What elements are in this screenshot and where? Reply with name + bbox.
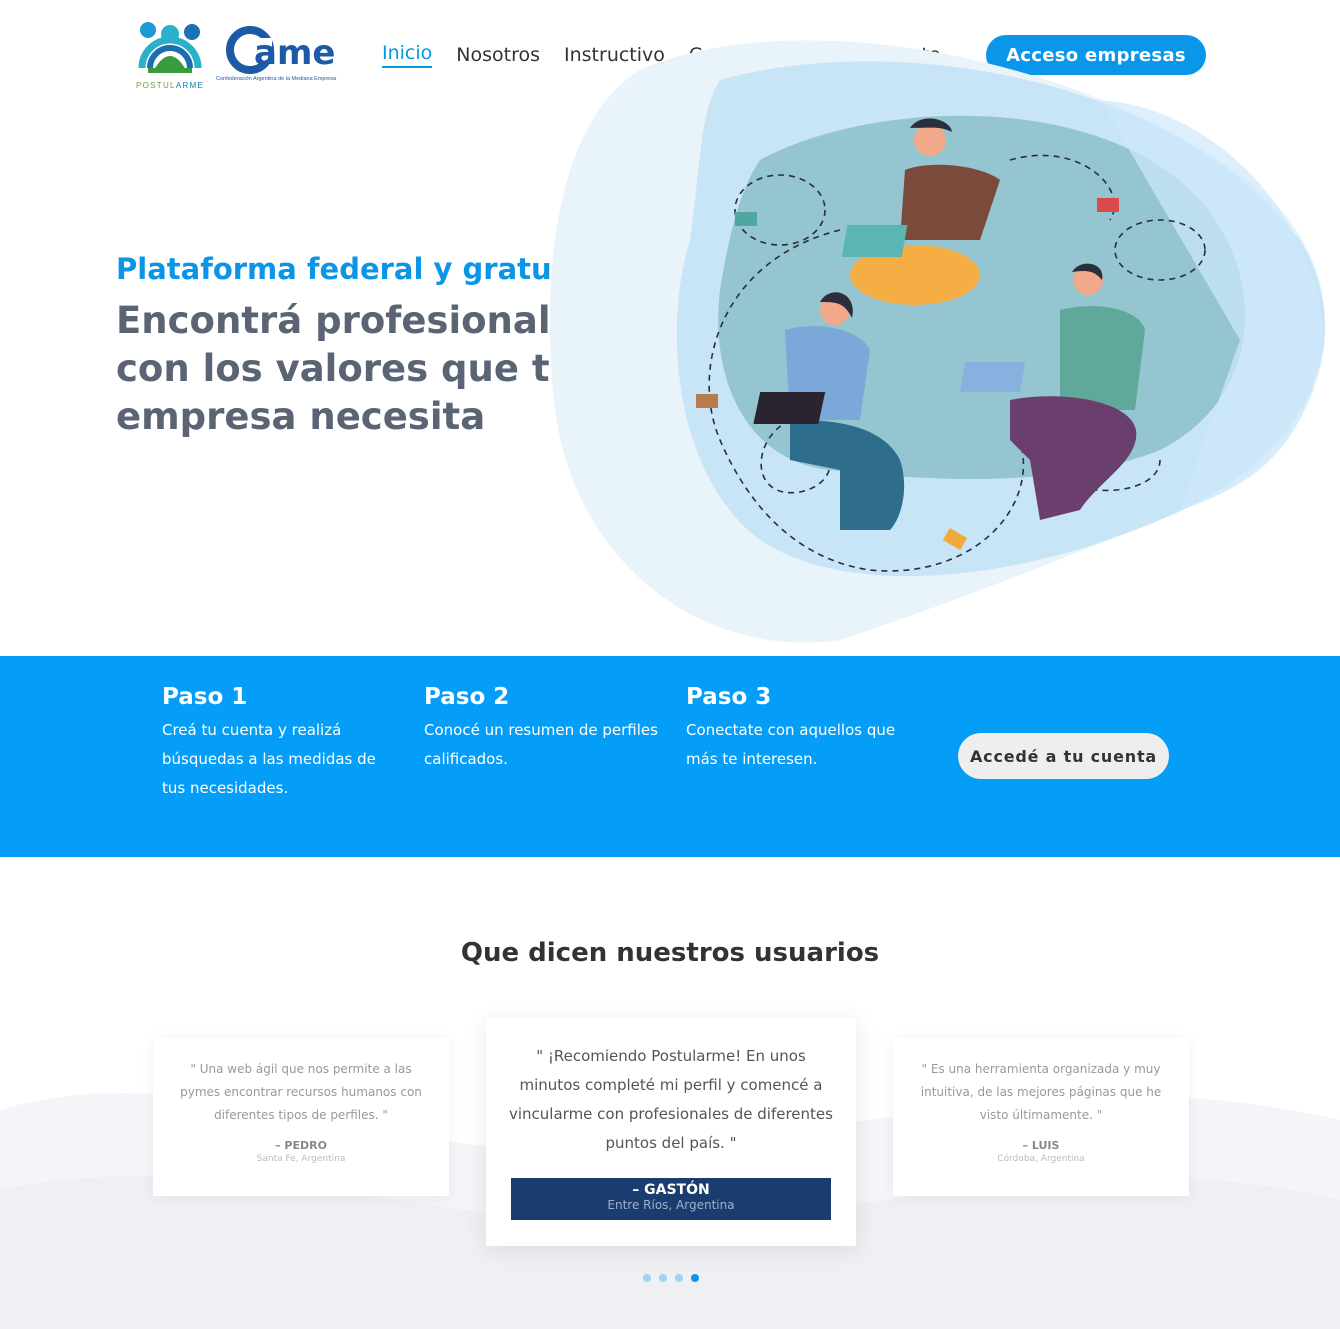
testimonial-quote: " Una web ágil que nos permite a las pym… <box>180 1062 422 1122</box>
hero-subtitle: Plataforma federal y gratuita <box>116 252 596 286</box>
postularme-logo[interactable]: POSTULARME <box>134 18 206 92</box>
carousel-dot[interactable] <box>643 1274 651 1282</box>
envelope-icon-red <box>1097 198 1119 212</box>
testimonial-name: – LUIS <box>1022 1139 1060 1152</box>
testimonial-name: – GASTÓN <box>632 1182 710 1198</box>
testimonial-quote: " ¡Recomiendo Postularme! En unos minuto… <box>509 1047 833 1152</box>
step-2-text: Conocé un resumen de perfiles calificado… <box>424 721 658 768</box>
testimonial-name: – PEDRO <box>275 1139 327 1152</box>
envelope-icon <box>735 212 757 226</box>
came-subtitle: Confederación Argentina de la Mediana Em… <box>216 76 337 82</box>
step-1-title: Paso 1 <box>162 684 248 710</box>
step-1: Paso 1 Creá tu cuenta y realizá búsqueda… <box>162 684 402 803</box>
testimonial-card-gaston: " ¡Recomiendo Postularme! En unos minuto… <box>486 1018 856 1246</box>
nav-nosotros[interactable]: Nosotros <box>456 44 540 66</box>
step-3: Paso 3 Conectate con aquellos que más te… <box>686 684 896 774</box>
envelope-icon-brown <box>696 394 718 408</box>
nav-inicio[interactable]: Inicio <box>382 42 433 68</box>
testimonial-location: Córdoba, Argentina <box>997 1154 1085 1164</box>
postularme-wordmark: POSTULARME <box>136 81 205 90</box>
testimonial-card-pedro: " Una web ágil que nos permite a las pym… <box>153 1038 449 1196</box>
step-3-text: Conectate con aquellos que más te intere… <box>686 721 896 768</box>
testimonials-title: Que dicen nuestros usuarios <box>460 938 880 968</box>
carousel-pagination <box>643 1274 707 1282</box>
postularme-logo-mark <box>138 22 202 73</box>
step-3-title: Paso 3 <box>686 684 772 710</box>
testimonial-author-box: – GASTÓN Entre Ríos, Argentina <box>511 1178 831 1220</box>
testimonial-location: Entre Ríos, Argentina <box>607 1198 735 1212</box>
hero-illustration <box>549 40 1326 643</box>
testimonial-quote: " Es una herramienta organizada y muy in… <box>920 1062 1162 1122</box>
carousel-dot[interactable] <box>675 1274 683 1282</box>
came-logo[interactable]: ame Confederación Argentina de la Median… <box>216 26 356 86</box>
carousel-dot-active[interactable] <box>691 1274 699 1282</box>
step-1-text: Creá tu cuenta y realizá búsquedas a las… <box>162 721 376 797</box>
testimonial-card-luis: " Es una herramienta organizada y muy in… <box>893 1038 1189 1196</box>
came-logo-mark: ame <box>226 26 335 74</box>
testimonial-location: Santa Fe, Argentina <box>256 1154 346 1164</box>
step-2: Paso 2 Conocé un resumen de perfiles cal… <box>424 684 664 774</box>
carousel-dot[interactable] <box>659 1274 667 1282</box>
page: POSTULARME ame Confederación Argentina d… <box>0 0 1340 1329</box>
acceder-cuenta-button[interactable]: Accedé a tu cuenta <box>958 733 1169 779</box>
svg-text:ame: ame <box>254 33 335 73</box>
step-2-title: Paso 2 <box>424 684 510 710</box>
